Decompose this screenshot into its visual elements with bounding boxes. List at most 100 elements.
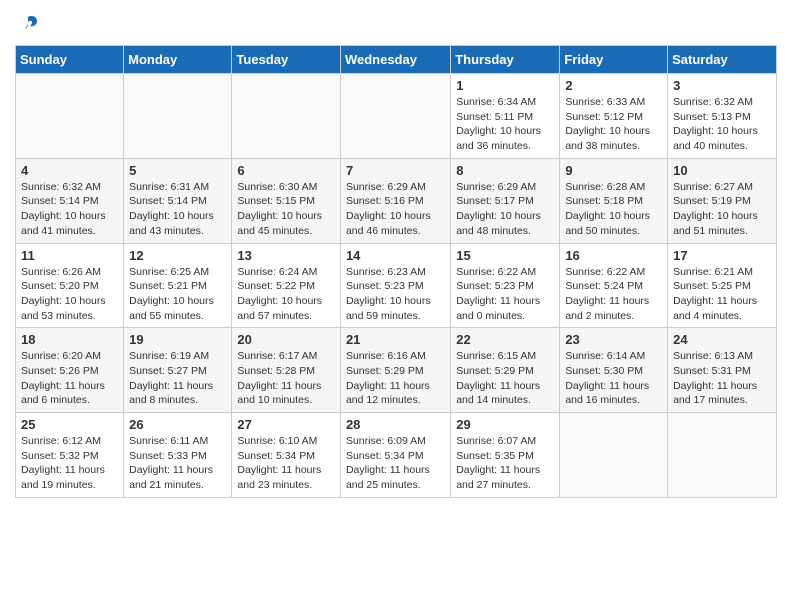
calendar-cell: 12 Sunrise: 6:25 AM Sunset: 5:21 PM Dayli… — [124, 243, 232, 328]
day-info: Sunrise: 6:28 AM Sunset: 5:18 PM Dayligh… — [565, 180, 662, 239]
column-header-friday: Friday — [560, 46, 668, 74]
calendar-cell: 10 Sunrise: 6:27 AM Sunset: 5:19 PM Dayli… — [668, 158, 777, 243]
day-info: Sunrise: 6:24 AM Sunset: 5:22 PM Dayligh… — [237, 265, 335, 324]
calendar-cell: 24 Sunrise: 6:13 AM Sunset: 5:31 PM Dayli… — [668, 328, 777, 413]
day-info: Sunrise: 6:09 AM Sunset: 5:34 PM Dayligh… — [346, 434, 445, 493]
calendar-cell: 25 Sunrise: 6:12 AM Sunset: 5:32 PM Dayli… — [16, 413, 124, 498]
calendar-week-5: 25 Sunrise: 6:12 AM Sunset: 5:32 PM Dayli… — [16, 413, 777, 498]
day-number: 5 — [129, 163, 226, 178]
logo — [15, 15, 39, 35]
calendar-table: SundayMondayTuesdayWednesdayThursdayFrid… — [15, 45, 777, 498]
calendar-cell: 23 Sunrise: 6:14 AM Sunset: 5:30 PM Dayli… — [560, 328, 668, 413]
day-number: 24 — [673, 332, 771, 347]
calendar-body: 1 Sunrise: 6:34 AM Sunset: 5:11 PM Daylig… — [16, 74, 777, 498]
day-info: Sunrise: 6:26 AM Sunset: 5:20 PM Dayligh… — [21, 265, 118, 324]
calendar-cell: 15 Sunrise: 6:22 AM Sunset: 5:23 PM Dayli… — [451, 243, 560, 328]
calendar-cell — [124, 74, 232, 159]
day-info: Sunrise: 6:17 AM Sunset: 5:28 PM Dayligh… — [237, 349, 335, 408]
day-number: 29 — [456, 417, 554, 432]
calendar-week-1: 1 Sunrise: 6:34 AM Sunset: 5:11 PM Daylig… — [16, 74, 777, 159]
column-header-thursday: Thursday — [451, 46, 560, 74]
day-number: 21 — [346, 332, 445, 347]
day-info: Sunrise: 6:19 AM Sunset: 5:27 PM Dayligh… — [129, 349, 226, 408]
calendar-cell: 18 Sunrise: 6:20 AM Sunset: 5:26 PM Dayli… — [16, 328, 124, 413]
calendar-cell: 13Sunrise: 6:24 AM Sunset: 5:22 PM Dayli… — [232, 243, 341, 328]
day-info: Sunrise: 6:21 AM Sunset: 5:25 PM Dayligh… — [673, 265, 771, 324]
day-info: Sunrise: 6:22 AM Sunset: 5:23 PM Dayligh… — [456, 265, 554, 324]
calendar-cell: 6Sunrise: 6:30 AM Sunset: 5:15 PM Daylig… — [232, 158, 341, 243]
day-info: Sunrise: 6:11 AM Sunset: 5:33 PM Dayligh… — [129, 434, 226, 493]
day-number: 19 — [129, 332, 226, 347]
day-info: Sunrise: 6:23 AM Sunset: 5:23 PM Dayligh… — [346, 265, 445, 324]
day-info: Sunrise: 6:15 AM Sunset: 5:29 PM Dayligh… — [456, 349, 554, 408]
day-number: 7 — [346, 163, 445, 178]
calendar-cell: 27 Sunrise: 6:10 AM Sunset: 5:34 PM Dayli… — [232, 413, 341, 498]
day-info: Sunrise: 6:31 AM Sunset: 5:14 PM Dayligh… — [129, 180, 226, 239]
calendar-cell: 4 Sunrise: 6:32 AM Sunset: 5:14 PM Daylig… — [16, 158, 124, 243]
calendar-cell: 29Sunrise: 6:07 AM Sunset: 5:35 PM Dayli… — [451, 413, 560, 498]
calendar-cell: 14 Sunrise: 6:23 AM Sunset: 5:23 PM Dayli… — [340, 243, 450, 328]
day-info: Sunrise: 6:10 AM Sunset: 5:34 PM Dayligh… — [237, 434, 335, 493]
day-number: 1 — [456, 78, 554, 93]
day-number: 22 — [456, 332, 554, 347]
day-number: 14 — [346, 248, 445, 263]
day-number: 25 — [21, 417, 118, 432]
calendar-cell: 21Sunrise: 6:16 AM Sunset: 5:29 PM Dayli… — [340, 328, 450, 413]
day-number: 2 — [565, 78, 662, 93]
calendar-cell — [560, 413, 668, 498]
day-number: 23 — [565, 332, 662, 347]
day-info: Sunrise: 6:27 AM Sunset: 5:19 PM Dayligh… — [673, 180, 771, 239]
calendar-cell: 20 Sunrise: 6:17 AM Sunset: 5:28 PM Dayli… — [232, 328, 341, 413]
calendar-cell — [232, 74, 341, 159]
day-number: 3 — [673, 78, 771, 93]
day-info: Sunrise: 6:12 AM Sunset: 5:32 PM Dayligh… — [21, 434, 118, 493]
calendar-cell: 2 Sunrise: 6:33 AM Sunset: 5:12 PM Daylig… — [560, 74, 668, 159]
day-number: 4 — [21, 163, 118, 178]
calendar-cell — [668, 413, 777, 498]
day-number: 27 — [237, 417, 335, 432]
day-info: Sunrise: 6:34 AM Sunset: 5:11 PM Dayligh… — [456, 95, 554, 154]
day-number: 9 — [565, 163, 662, 178]
calendar-cell: 1 Sunrise: 6:34 AM Sunset: 5:11 PM Daylig… — [451, 74, 560, 159]
calendar-header-row: SundayMondayTuesdayWednesdayThursdayFrid… — [16, 46, 777, 74]
calendar-week-4: 18 Sunrise: 6:20 AM Sunset: 5:26 PM Dayli… — [16, 328, 777, 413]
calendar-cell: 17Sunrise: 6:21 AM Sunset: 5:25 PM Dayli… — [668, 243, 777, 328]
day-info: Sunrise: 6:13 AM Sunset: 5:31 PM Dayligh… — [673, 349, 771, 408]
day-number: 26 — [129, 417, 226, 432]
calendar-cell: 5 Sunrise: 6:31 AM Sunset: 5:14 PM Daylig… — [124, 158, 232, 243]
day-info: Sunrise: 6:25 AM Sunset: 5:21 PM Dayligh… — [129, 265, 226, 324]
day-number: 18 — [21, 332, 118, 347]
day-number: 28 — [346, 417, 445, 432]
calendar-week-3: 11 Sunrise: 6:26 AM Sunset: 5:20 PM Dayli… — [16, 243, 777, 328]
logo-bird-icon — [17, 13, 39, 35]
day-number: 10 — [673, 163, 771, 178]
calendar-week-2: 4 Sunrise: 6:32 AM Sunset: 5:14 PM Daylig… — [16, 158, 777, 243]
day-number: 11 — [21, 248, 118, 263]
day-info: Sunrise: 6:33 AM Sunset: 5:12 PM Dayligh… — [565, 95, 662, 154]
calendar-cell: 28 Sunrise: 6:09 AM Sunset: 5:34 PM Dayli… — [340, 413, 450, 498]
day-number: 8 — [456, 163, 554, 178]
day-info: Sunrise: 6:29 AM Sunset: 5:16 PM Dayligh… — [346, 180, 445, 239]
calendar-cell: 3Sunrise: 6:32 AM Sunset: 5:13 PM Daylig… — [668, 74, 777, 159]
calendar-cell — [340, 74, 450, 159]
column-header-saturday: Saturday — [668, 46, 777, 74]
calendar-cell: 8 Sunrise: 6:29 AM Sunset: 5:17 PM Daylig… — [451, 158, 560, 243]
day-info: Sunrise: 6:14 AM Sunset: 5:30 PM Dayligh… — [565, 349, 662, 408]
day-info: Sunrise: 6:22 AM Sunset: 5:24 PM Dayligh… — [565, 265, 662, 324]
calendar-cell: 7 Sunrise: 6:29 AM Sunset: 5:16 PM Daylig… — [340, 158, 450, 243]
column-header-tuesday: Tuesday — [232, 46, 341, 74]
day-info: Sunrise: 6:29 AM Sunset: 5:17 PM Dayligh… — [456, 180, 554, 239]
day-info: Sunrise: 6:20 AM Sunset: 5:26 PM Dayligh… — [21, 349, 118, 408]
column-header-sunday: Sunday — [16, 46, 124, 74]
day-info: Sunrise: 6:32 AM Sunset: 5:14 PM Dayligh… — [21, 180, 118, 239]
calendar-cell: 19 Sunrise: 6:19 AM Sunset: 5:27 PM Dayli… — [124, 328, 232, 413]
calendar-cell: 11 Sunrise: 6:26 AM Sunset: 5:20 PM Dayli… — [16, 243, 124, 328]
day-number: 15 — [456, 248, 554, 263]
day-number: 12 — [129, 248, 226, 263]
column-header-monday: Monday — [124, 46, 232, 74]
day-number: 20 — [237, 332, 335, 347]
calendar-cell: 26 Sunrise: 6:11 AM Sunset: 5:33 PM Dayli… — [124, 413, 232, 498]
day-number: 16 — [565, 248, 662, 263]
column-header-wednesday: Wednesday — [340, 46, 450, 74]
page-header — [15, 15, 777, 35]
